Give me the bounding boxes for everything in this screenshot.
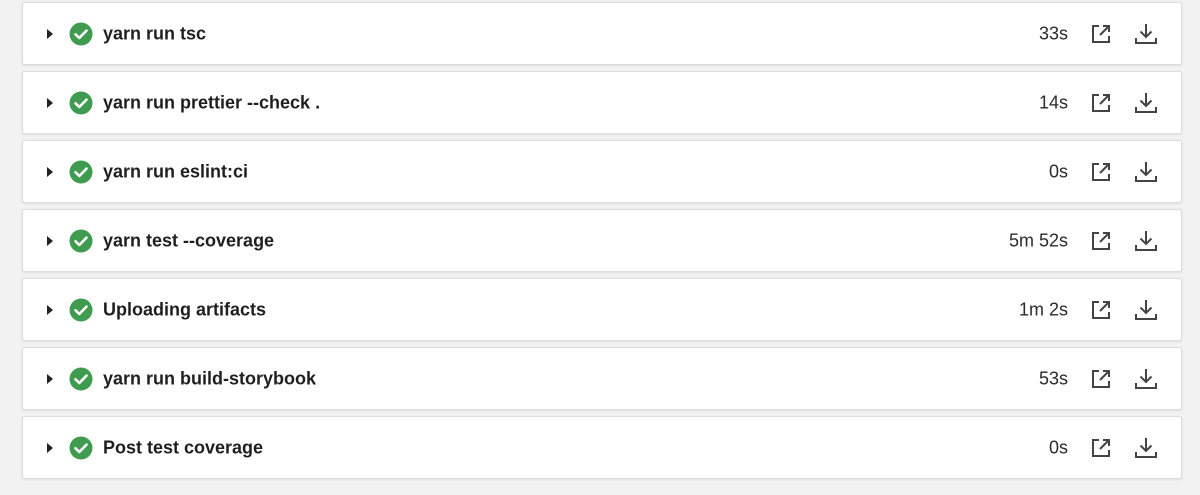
step-duration: 5m 52s (1008, 230, 1068, 250)
open-external-icon[interactable] (1088, 90, 1114, 116)
check-circle-icon (69, 436, 93, 460)
step-row[interactable]: yarn run tsc 33s (22, 2, 1182, 65)
check-circle-icon (69, 367, 93, 391)
open-external-icon[interactable] (1088, 297, 1114, 323)
step-duration: 33s (1038, 23, 1068, 43)
download-icon[interactable] (1133, 297, 1159, 323)
step-row[interactable]: yarn run build-storybook 53s (22, 347, 1182, 410)
caret-right-icon[interactable] (45, 441, 55, 455)
caret-right-icon[interactable] (45, 372, 55, 386)
caret-right-icon[interactable] (45, 234, 55, 248)
open-external-icon[interactable] (1088, 228, 1114, 254)
caret-right-icon[interactable] (45, 165, 55, 179)
step-row[interactable]: yarn test --coverage 5m 52s (22, 209, 1182, 272)
check-circle-icon (69, 298, 93, 322)
check-circle-icon (69, 91, 93, 115)
caret-right-icon[interactable] (45, 96, 55, 110)
open-external-icon[interactable] (1088, 21, 1114, 47)
check-circle-icon (69, 160, 93, 184)
step-name: yarn run prettier --check . (103, 92, 321, 112)
caret-right-icon[interactable] (45, 27, 55, 41)
download-icon[interactable] (1133, 90, 1159, 116)
open-external-icon[interactable] (1088, 159, 1114, 185)
download-icon[interactable] (1133, 435, 1159, 461)
check-circle-icon (69, 229, 93, 253)
step-duration: 0s (1048, 437, 1068, 457)
caret-right-icon[interactable] (45, 303, 55, 317)
step-name: yarn run build-storybook (103, 368, 317, 388)
check-circle-icon (69, 22, 93, 46)
download-icon[interactable] (1133, 228, 1159, 254)
download-icon[interactable] (1133, 159, 1159, 185)
open-external-icon[interactable] (1088, 366, 1114, 392)
step-name: yarn test --coverage (103, 230, 275, 250)
step-row[interactable]: Uploading artifacts 1m 2s (22, 278, 1182, 341)
step-row[interactable]: yarn run prettier --check . 14s (22, 71, 1182, 134)
step-duration: 53s (1038, 368, 1068, 388)
step-row[interactable]: yarn run eslint:ci 0s (22, 140, 1182, 203)
step-name: yarn run eslint:ci (103, 161, 249, 181)
step-duration: 1m 2s (1018, 299, 1068, 319)
download-icon[interactable] (1133, 366, 1159, 392)
pipeline-step-list: yarn run tsc 33s yarn run prettier --che… (22, 0, 1182, 485)
download-icon[interactable] (1133, 21, 1159, 47)
step-name: Uploading artifacts (103, 299, 267, 319)
open-external-icon[interactable] (1088, 435, 1114, 461)
step-duration: 0s (1048, 161, 1068, 181)
step-row[interactable]: Post test coverage 0s (22, 416, 1182, 479)
step-name: Post test coverage (103, 437, 264, 457)
step-name: yarn run tsc (103, 23, 207, 43)
step-duration: 14s (1038, 92, 1068, 112)
